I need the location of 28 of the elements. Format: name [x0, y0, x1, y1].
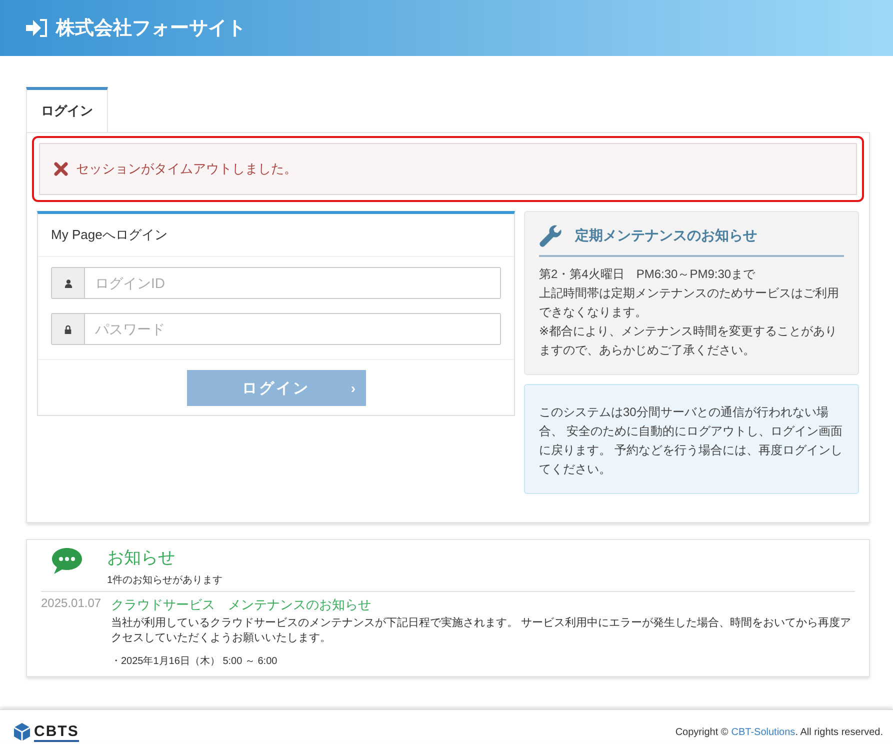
- lock-icon: [64, 324, 72, 334]
- copyright-text: . All rights reserved.: [795, 726, 883, 738]
- maintenance-text: ※都合により、メンテナンス時間を変更することがありますので、あらかじめご了承ください。: [539, 323, 838, 359]
- sign-in-icon: [26, 19, 48, 37]
- password-field[interactable]: パスワード: [51, 313, 501, 345]
- news-date: 2025.01.07: [41, 596, 102, 612]
- news-schedule: ・2025年1月16日（木） 5:00 ～ 6:00: [111, 654, 278, 668]
- logo-text: CBTS: [34, 722, 79, 742]
- news-count: 1件のお知らせがあります: [107, 574, 223, 587]
- login-id-field[interactable]: ログインID: [51, 267, 501, 299]
- chat-bubble-icon: [51, 546, 83, 576]
- close-icon: [54, 162, 68, 176]
- copyright-text: Copyright ©: [675, 726, 728, 738]
- maintenance-text: 第2・第4火曜日 PM6:30～PM9:30まで: [539, 266, 756, 283]
- login-tab[interactable]: ログイン: [26, 87, 108, 132]
- maintenance-title: 定期メンテナンスのお知らせ: [575, 227, 757, 245]
- maintenance-text: 上記時間帯は定期メンテナンスのためサービスはご利用できなくなります。: [539, 285, 840, 321]
- company-link[interactable]: CBT-Solutions: [731, 726, 796, 738]
- cube-icon: [12, 722, 32, 742]
- card-title: My Pageへログイン: [38, 214, 514, 257]
- news-body: 当社が利用しているクラウドサービスのメンテナンスが下記日程で実施されます。 サービス利用中にエラーが発生した場合、時間をおいてから再度アクセスしていただくようお願いいたします。: [111, 616, 852, 646]
- wrench-icon: [539, 224, 563, 248]
- news-title: お知らせ: [107, 547, 176, 569]
- company-title: 株式会社フォーサイト: [56, 16, 246, 41]
- alert-message: セッションがタイムアウトしました。: [76, 160, 297, 178]
- news-item-title[interactable]: クラウドサービス メンテナンスのお知らせ: [111, 596, 855, 614]
- info-text: このシステムは30分間サーバとの通信が行われない場合、 安全のために自動的にログアウトし、ログイン画面に戻ります。 予約などを行う場合には、再度ログインしてください。: [539, 404, 844, 478]
- user-icon: [64, 278, 72, 288]
